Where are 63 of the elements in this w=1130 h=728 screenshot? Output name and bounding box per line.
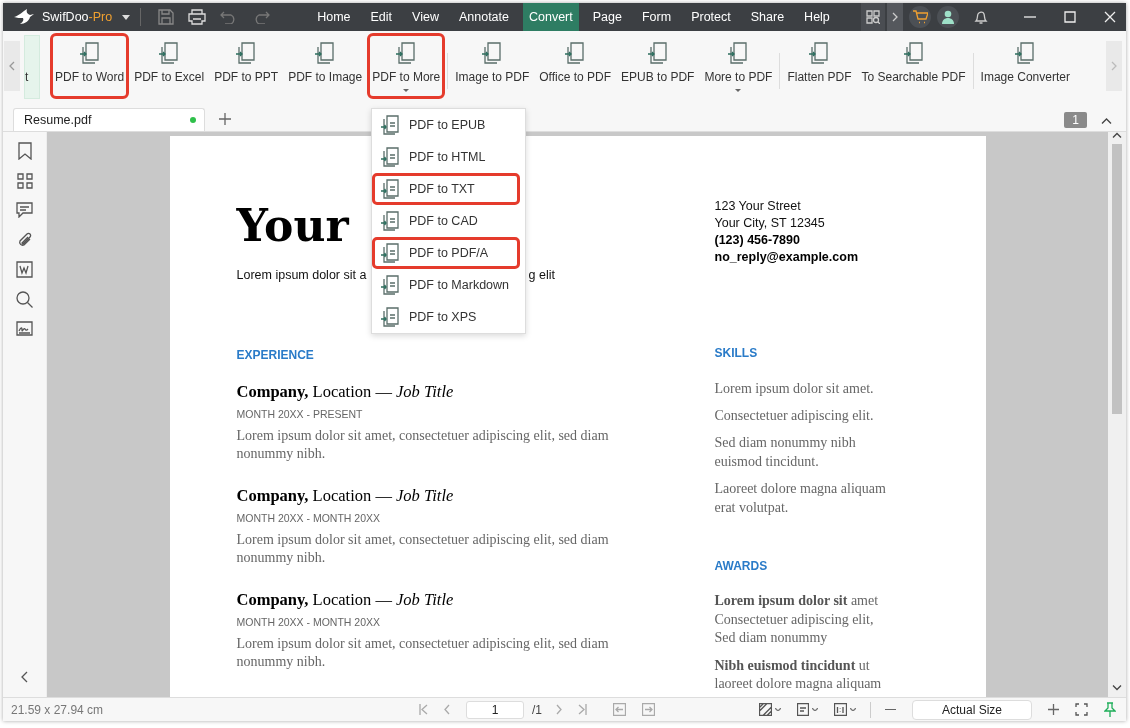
ribbon-button[interactable]: Image to PDF — [450, 33, 535, 99]
skill-text: Sed diam nonummy nibh euismod tincidunt. — [714, 434, 856, 471]
ribbon-button[interactable]: PDF to Excel — [129, 33, 210, 99]
job-dates: MONTH 20XX - PRESENT — [236, 407, 363, 421]
job-dates: MONTH 20XX - MONTH 20XX — [236, 615, 381, 629]
ribbon-button[interactable]: More to PDF — [699, 33, 778, 99]
menu-tab[interactable]: Convert — [523, 3, 579, 31]
page-total: /1 — [532, 702, 542, 717]
menu-item[interactable]: PDF to XPS — [372, 301, 520, 333]
ribbon-button[interactable]: EPUB to PDF — [616, 33, 700, 99]
address-line: Your City, ST 12345 — [714, 215, 825, 232]
zoom-field[interactable]: Actual Size — [912, 699, 1032, 720]
intro-text: g elit — [528, 267, 555, 284]
ribbon-button[interactable]: PDF to Word — [50, 33, 130, 99]
page-size-label: 21.59 x 27.94 cm — [11, 702, 104, 717]
job-heading: Company, Location — Job Title — [236, 381, 454, 403]
skill-text: Lorem ipsum dolor sit amet. — [714, 380, 874, 398]
menu-tab[interactable]: View — [406, 3, 445, 31]
app-name: SwifDoo — [42, 10, 89, 24]
menu-tab[interactable]: Home — [311, 3, 357, 31]
job-dates: MONTH 20XX - MONTH 20XX — [236, 511, 381, 525]
email-address: no_reply@example.com — [714, 249, 858, 266]
job-description: Lorem ipsum dolor sit amet, consectetuer adipiscing elit, sed diam nonummy nibh. — [236, 635, 609, 671]
ribbon-button[interactable]: PDF to PPT — [209, 33, 284, 99]
menu-item[interactable]: PDF to HTML — [372, 141, 520, 173]
menu-item[interactable]: PDF to CAD — [372, 205, 520, 237]
ribbon-button[interactable]: Office to PDF — [534, 33, 617, 99]
page-number-field[interactable]: 1 — [466, 700, 524, 719]
job-heading: Company, Location — Job Title — [236, 485, 454, 507]
menu-tab[interactable]: Annotate — [452, 3, 515, 31]
intro-text: Lorem ipsum dolor sit a — [236, 267, 367, 284]
edition-label: -Pro — [88, 10, 113, 24]
page-number-badge: 1 — [1064, 112, 1087, 128]
menu-item[interactable]: PDF to EPUB — [372, 109, 520, 141]
menu-tab[interactable]: Share — [744, 3, 791, 31]
section-heading: EXPERIENCE — [236, 347, 314, 363]
menu-tab[interactable]: Page — [586, 3, 628, 31]
job-description: Lorem ipsum dolor sit amet, consectetuer adipiscing elit, sed diam nonummy nibh. — [236, 427, 609, 463]
resume-name: Your — [236, 199, 349, 253]
menu-item[interactable]: PDF to TXT — [372, 173, 520, 205]
section-heading: SKILLS — [714, 345, 758, 361]
ribbon-button[interactable]: Flatten PDF — [782, 33, 857, 99]
menu-item[interactable]: PDF to PDF/A — [372, 237, 520, 269]
skill-text: Consectetuer adipiscing elit. — [714, 407, 874, 425]
menu-tab[interactable]: Form — [635, 3, 678, 31]
menu-tab[interactable]: Edit — [364, 3, 399, 31]
job-heading: Company, Location — Job Title — [236, 589, 454, 611]
document-tab[interactable]: Resume.pdf — [13, 108, 205, 131]
job-description: Lorem ipsum dolor sit amet, consectetuer adipiscing elit, sed diam nonummy nibh. — [236, 531, 609, 567]
menu-item[interactable]: PDF to Markdown — [372, 269, 520, 301]
skill-text: Laoreet dolore magna aliquam erat volutpat. — [714, 480, 886, 517]
award-text: Lorem ipsum dolor sit amet Consectetuer adipiscing elit, Sed diam nonummy — [714, 592, 879, 647]
ribbon-button[interactable]: Image Converter — [975, 33, 1075, 99]
menu-tab[interactable]: Protect — [685, 3, 737, 31]
menu-tab[interactable]: Help — [798, 3, 836, 31]
phone-number: (123) 456-7890 — [714, 232, 800, 249]
ribbon-button[interactable]: PDF to More — [367, 33, 446, 99]
ribbon-button[interactable]: To Searchable PDF — [856, 33, 971, 99]
ribbon-item[interactable]: t — [24, 35, 40, 99]
award-text: Nibh euismod tincidunt ut laoreet dolore magna aliquam — [714, 656, 882, 693]
address-line: 123 Your Street — [714, 198, 801, 215]
ribbon-button[interactable]: PDF to Image — [283, 33, 368, 99]
section-heading: AWARDS — [714, 558, 768, 574]
